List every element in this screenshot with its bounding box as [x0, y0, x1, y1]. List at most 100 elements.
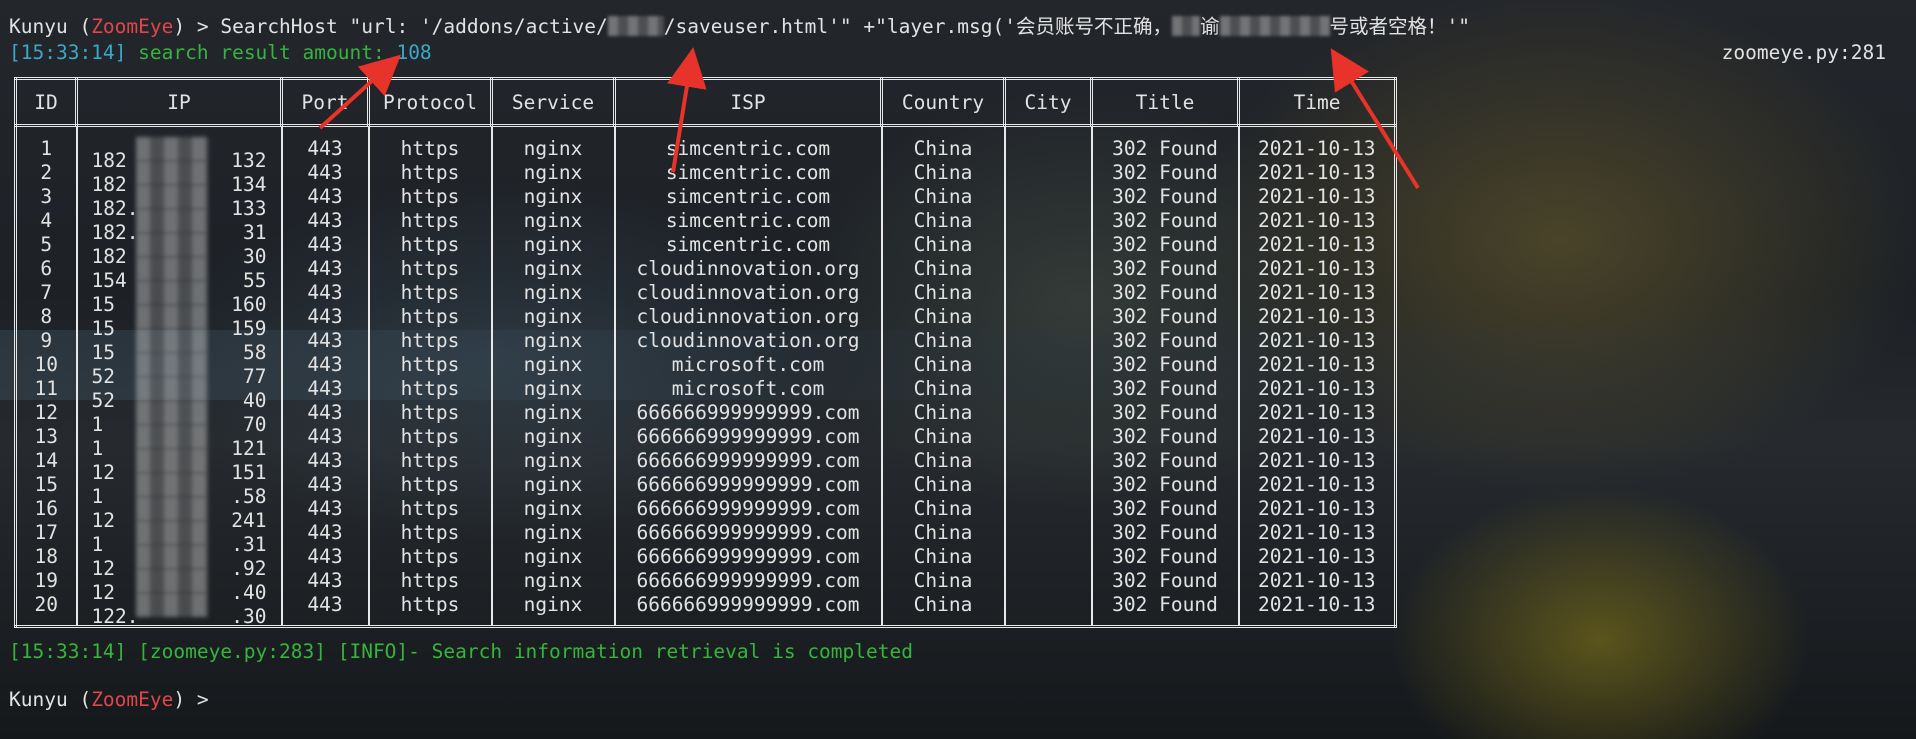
cell-isp: 666666999999999.com	[613, 473, 883, 497]
cell-isp: 666666999999999.com	[613, 521, 883, 545]
ip-redaction	[135, 281, 208, 305]
table-row: 13 1 121 443 https nginx 666666999999999.com Ch…	[14, 425, 1397, 460]
cell-service: nginx	[490, 473, 616, 497]
cell-title: 302 Found	[1090, 305, 1240, 329]
ip-redaction	[135, 449, 208, 473]
cell-service: nginx	[490, 305, 616, 329]
cell-id: 13	[14, 425, 78, 449]
cell-city	[1003, 305, 1093, 329]
cell-service: nginx	[490, 353, 616, 377]
table-spacer-row	[14, 125, 1397, 137]
cell-port: 443	[280, 497, 370, 521]
cell-title: 302 Found	[1090, 257, 1240, 281]
cell-city	[1003, 329, 1093, 353]
cell-service: nginx	[490, 329, 616, 353]
header-port: Port	[280, 77, 370, 127]
cell-service: nginx	[490, 401, 616, 425]
cell-title: 302 Found	[1090, 545, 1240, 569]
cell-title: 302 Found	[1090, 401, 1240, 425]
cell-time: 2021-10-13	[1237, 521, 1397, 545]
cell-ip: 182. 31	[75, 209, 283, 244]
cell-port: 443	[280, 425, 370, 449]
ip-redaction	[135, 569, 208, 593]
cell-protocol: https	[367, 137, 493, 161]
table-row: 15 1.58 443 https nginx 666666999999999.com Ch…	[14, 473, 1397, 508]
cell-time: 2021-10-13	[1237, 377, 1397, 401]
table-body: 1 182 132 443 https nginx simcentric.com China 3…	[14, 125, 1397, 628]
cell-protocol: https	[367, 209, 493, 233]
cell-isp: 666666999999999.com	[613, 449, 883, 473]
cell-time: 2021-10-13	[1237, 233, 1397, 257]
cell-protocol: https	[367, 161, 493, 185]
cell-isp: simcentric.com	[613, 209, 883, 233]
command-part3: 谕	[1199, 15, 1220, 38]
cell-port: 443	[280, 377, 370, 401]
cell-ip: 12 151	[75, 449, 283, 484]
ip-redaction	[135, 545, 208, 569]
cell-time: 2021-10-13	[1237, 473, 1397, 497]
cell-isp: simcentric.com	[613, 185, 883, 209]
cell-time: 2021-10-13	[1237, 353, 1397, 377]
cell-port: 443	[280, 257, 370, 281]
cell-service: nginx	[490, 377, 616, 401]
cell-id: 4	[14, 209, 78, 233]
table-row: 6 154 55 443 https nginx cloudinnovation.org Ch…	[14, 257, 1397, 292]
prompt-symbol: >	[196, 15, 209, 38]
cell-isp: cloudinnovation.org	[613, 329, 883, 353]
cell-time: 2021-10-13	[1237, 281, 1397, 305]
cell-protocol: https	[367, 377, 493, 401]
cell-isp: simcentric.com	[613, 161, 883, 185]
cell-id: 8	[14, 305, 78, 329]
cell-time: 2021-10-13	[1237, 569, 1397, 593]
cell-isp: simcentric.com	[613, 137, 883, 161]
amount-value: 108	[396, 41, 432, 64]
cell-port: 443	[280, 137, 370, 161]
cell-service: nginx	[490, 425, 616, 449]
prompt-user: Kunyu	[9, 688, 68, 711]
cell-port: 443	[280, 161, 370, 185]
cell-title: 302 Found	[1090, 329, 1240, 353]
prompt-app: ZoomEye	[91, 688, 174, 711]
ip-redaction	[135, 209, 208, 233]
table-row: 8 15 159 443 https nginx cloudinnovation.org Ch…	[14, 305, 1397, 340]
cell-title: 302 Found	[1090, 185, 1240, 209]
cell-title: 302 Found	[1090, 497, 1240, 521]
cell-city	[1003, 377, 1093, 401]
cell-isp: 666666999999999.com	[613, 497, 883, 521]
cell-time: 2021-10-13	[1237, 545, 1397, 569]
cell-city	[1003, 353, 1093, 377]
cell-title: 302 Found	[1090, 425, 1240, 449]
cell-title: 302 Found	[1090, 233, 1240, 257]
cell-id: 6	[14, 257, 78, 281]
cell-id: 7	[14, 281, 78, 305]
cell-country: China	[880, 353, 1006, 377]
command-part2: /saveuser.html'" +"layer.msg('会员账号不正确，	[663, 15, 1172, 38]
cell-country: China	[880, 185, 1006, 209]
cell-protocol: https	[367, 281, 493, 305]
cell-city	[1003, 185, 1093, 209]
cell-time: 2021-10-13	[1237, 209, 1397, 233]
cell-isp: microsoft.com	[613, 377, 883, 401]
cell-time: 2021-10-13	[1237, 137, 1397, 161]
cell-city	[1003, 401, 1093, 425]
header-city: City	[1003, 77, 1093, 127]
cell-ip: 15 160	[75, 281, 283, 316]
cell-title: 302 Found	[1090, 137, 1240, 161]
ip-redaction	[135, 233, 208, 257]
cell-service: nginx	[490, 257, 616, 281]
cell-protocol: https	[367, 497, 493, 521]
ip-redaction	[135, 161, 208, 185]
cell-protocol: https	[367, 185, 493, 209]
cell-id: 14	[14, 449, 78, 473]
cell-port: 443	[280, 305, 370, 329]
cell-port: 443	[280, 521, 370, 545]
cell-port: 443	[280, 449, 370, 473]
ip-redaction	[135, 353, 208, 377]
input-prompt[interactable]: Kunyu (ZoomEye) >	[9, 688, 220, 712]
cell-city	[1003, 569, 1093, 593]
cell-port: 443	[280, 593, 370, 627]
table-row: 5 182 30 443 https nginx simcentric.com China 30…	[14, 233, 1397, 268]
cell-protocol: https	[367, 545, 493, 569]
cell-port: 443	[280, 209, 370, 233]
table-row: 4 182. 31 443 https nginx simcentric.com China 3…	[14, 209, 1397, 244]
